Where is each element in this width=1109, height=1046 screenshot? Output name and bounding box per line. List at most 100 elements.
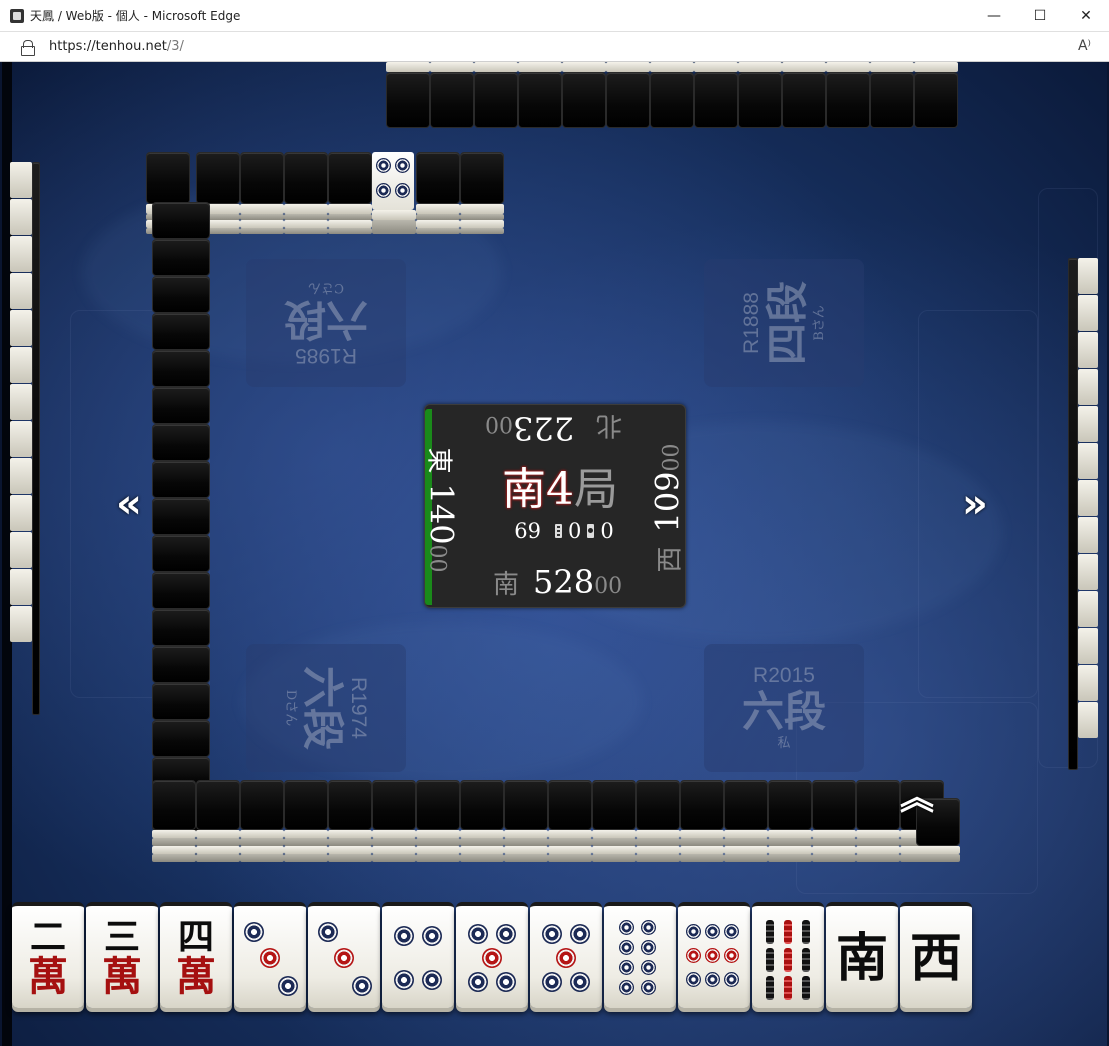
tile-edge — [416, 846, 460, 854]
tile-edge — [1078, 480, 1098, 516]
game-table[interactable]: R1985 六段 Cさん R1888 四段 Bさん R1974 六段 Dさん R… — [2, 62, 1107, 1046]
tile-edge — [680, 854, 724, 862]
seat-score: 223 — [513, 409, 575, 447]
tile-edge — [240, 838, 284, 846]
tile-edge — [592, 854, 636, 862]
tile-edge — [10, 384, 32, 420]
player-name: Bさん — [812, 305, 827, 341]
player-plate-bottom[interactable]: R2015 六段 私 — [704, 644, 864, 772]
pin-pip — [724, 924, 739, 939]
pin-pip — [468, 972, 488, 992]
pin-pips — [610, 916, 670, 1000]
read-aloud-icon[interactable]: A⁾ — [1078, 38, 1091, 54]
next-button[interactable]: » — [962, 484, 988, 524]
player-plate-left[interactable]: R1974 六段 Dさん — [246, 644, 406, 772]
pin-pip — [556, 948, 576, 968]
round-counters: 69 0 0 — [509, 519, 619, 543]
tile-edge — [1078, 295, 1098, 331]
tile-edge — [240, 830, 284, 838]
hand-tile-sou[interactable] — [752, 902, 824, 1008]
hand-tile-honor[interactable]: 西 — [900, 902, 972, 1008]
hand-tile-man[interactable]: 二萬 — [12, 902, 84, 1008]
tile-edge — [416, 838, 460, 846]
hand-tile-man[interactable]: 三萬 — [86, 902, 158, 1008]
pin-pip — [542, 924, 562, 944]
tile-back — [768, 780, 812, 830]
hand-tile-pin[interactable] — [382, 902, 454, 1008]
tile-edge — [430, 62, 474, 72]
url-text[interactable]: https://tenhou.net/3/ — [49, 39, 184, 54]
tile-edge — [1078, 517, 1098, 553]
hand-tile-honor[interactable]: 南 — [826, 902, 898, 1008]
tiles-left: 69 — [514, 519, 541, 543]
player-plate-top[interactable]: R1985 六段 Cさん — [246, 259, 406, 387]
hand-tile-pin[interactable] — [604, 902, 676, 1008]
pin-pip — [686, 924, 701, 939]
tile-edge — [504, 846, 548, 854]
seat-score-small: 00 — [659, 443, 685, 472]
tile-edge — [826, 62, 870, 72]
hand-tile-pin[interactable] — [308, 902, 380, 1008]
tile-face: 四萬 — [160, 914, 232, 1004]
lock-icon[interactable] — [21, 39, 35, 56]
pin-pip — [619, 940, 634, 955]
pin-pips — [536, 916, 596, 1000]
address-bar[interactable]: https://tenhou.net/3/ A⁾ — [0, 32, 1109, 62]
tile-edge — [240, 228, 284, 234]
tile-face: 二萬 — [12, 914, 84, 1004]
tile-back — [32, 162, 40, 715]
player-rank: 六段 — [298, 665, 347, 750]
pin-pip — [394, 926, 414, 946]
minimize-button[interactable]: — — [971, 0, 1017, 32]
tile-back — [636, 780, 680, 830]
round-wind: 南 — [502, 464, 546, 515]
hand-tile-pin[interactable] — [234, 902, 306, 1008]
pin-pips — [240, 916, 300, 1000]
tile-edge — [474, 62, 518, 72]
tile-back — [826, 72, 870, 128]
round-suffix: 局 — [574, 464, 618, 515]
man-number: 二 — [29, 916, 66, 958]
tile-edge — [10, 273, 32, 309]
seat-left: 東 140 00 — [423, 447, 461, 572]
round-label: 南4局 — [485, 465, 635, 515]
maximize-button[interactable]: ☐ — [1017, 0, 1063, 32]
hand-tile-pin[interactable] — [678, 902, 750, 1008]
tile-edge — [856, 854, 900, 862]
pin-pip — [570, 972, 590, 992]
seat-right: 西 109 00 — [649, 443, 687, 572]
man-character: 萬 — [28, 953, 68, 1000]
tile-edge — [10, 199, 32, 235]
tile-back — [240, 152, 284, 204]
tile-edge — [10, 421, 32, 457]
pin-pip — [352, 976, 372, 996]
sou-stick — [802, 920, 810, 944]
prev-button[interactable]: « — [116, 484, 142, 524]
expand-up-button[interactable]: ︽ — [900, 778, 934, 818]
player-plate-right[interactable]: R1888 四段 Bさん — [704, 259, 864, 387]
tile-edge — [1078, 591, 1098, 627]
tile-edge — [460, 204, 504, 214]
url-path: /3/ — [166, 39, 184, 54]
tile-edge — [548, 854, 592, 862]
pin-pips — [684, 916, 744, 1000]
pin-pip — [376, 183, 391, 198]
tile-edge — [284, 204, 328, 214]
tile-edge — [372, 854, 416, 862]
tile-back — [152, 387, 210, 424]
close-button[interactable]: ✕ — [1063, 0, 1109, 32]
tile-edge — [548, 830, 592, 838]
tile-edge — [504, 838, 548, 846]
tile-face: 三萬 — [86, 914, 158, 1004]
tile-back — [592, 780, 636, 830]
hand-tile-pin[interactable] — [456, 902, 528, 1008]
pin-pip — [705, 972, 720, 987]
tile-edge — [768, 830, 812, 838]
honba-stick-icon — [554, 524, 562, 538]
maximize-icon: ☐ — [1033, 8, 1047, 24]
hand-tile-pin[interactable] — [530, 902, 602, 1008]
pin-pip — [468, 924, 488, 944]
tile-edge — [650, 62, 694, 72]
hand-tile-man[interactable]: 四萬 — [160, 902, 232, 1008]
tile-edge — [152, 830, 196, 838]
